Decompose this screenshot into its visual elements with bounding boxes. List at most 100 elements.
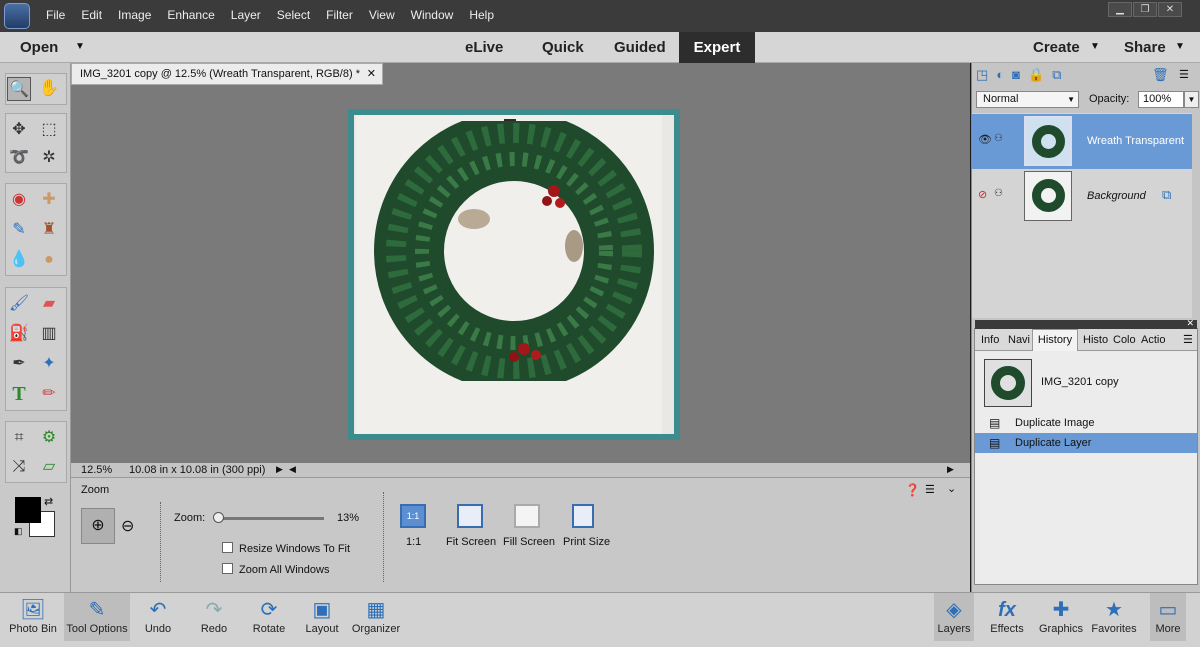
paint-bucket-icon[interactable]: ⛽ xyxy=(7,322,31,346)
history-step[interactable]: ▤ Duplicate Image xyxy=(975,413,1197,433)
adjustment-layer-icon[interactable]: ◐ xyxy=(996,67,1004,83)
photo-bin-button[interactable]: 🖼 Photo Bin xyxy=(6,593,60,641)
favorites-button[interactable]: ★ Favorites xyxy=(1090,593,1138,641)
custom-shape-icon[interactable]: ✦ xyxy=(37,352,61,376)
zoom-status[interactable]: 12.5% xyxy=(81,464,112,476)
move-tool-icon[interactable]: ✥ xyxy=(7,118,31,142)
history-step-selected[interactable]: ▤ Duplicate Layer xyxy=(975,433,1197,453)
scroll-left-icon[interactable]: ◀ xyxy=(289,464,296,475)
eyedropper-icon[interactable]: ✒ xyxy=(7,352,31,376)
lasso-tool-icon[interactable]: ➰ xyxy=(7,146,31,170)
crop-tool-icon[interactable]: ⌗ xyxy=(7,426,31,450)
more-button[interactable]: ▭ More xyxy=(1150,593,1186,641)
canvas-image[interactable] xyxy=(348,109,680,440)
pencil-tool-icon[interactable]: ✏ xyxy=(37,382,61,406)
layer-link-icon[interactable]: ⚇ xyxy=(994,133,1003,144)
red-eye-tool-icon[interactable]: ◉ xyxy=(7,188,31,212)
spot-healing-icon[interactable]: ✚ xyxy=(37,188,61,212)
graphics-button[interactable]: ✚ Graphics xyxy=(1038,593,1084,641)
menu-image[interactable]: Image xyxy=(118,8,151,22)
zoom-out-mode-icon[interactable]: ⊖ xyxy=(121,516,134,536)
menu-filter[interactable]: Filter xyxy=(326,8,353,22)
clone-stamp-icon[interactable]: ♜ xyxy=(37,218,61,242)
print-size-icon[interactable] xyxy=(572,504,594,528)
open-dropdown-icon[interactable]: ▼ xyxy=(75,41,85,52)
blend-mode-select[interactable]: Normal ▼ xyxy=(976,91,1079,108)
layer-name[interactable]: Background xyxy=(1087,190,1146,202)
tab-actions[interactable]: Actio xyxy=(1141,334,1165,346)
menu-help[interactable]: Help xyxy=(469,8,494,22)
layer-lock-icon[interactable]: ⧉ xyxy=(1162,187,1171,203)
delete-layer-icon[interactable]: 🗑 xyxy=(1152,67,1169,83)
zoom-in-mode-icon[interactable]: ⊕ xyxy=(81,508,115,544)
lock-layer-icon[interactable]: 🔒 xyxy=(1028,67,1044,83)
fill-screen-button[interactable]: Fill Screen xyxy=(503,536,555,548)
type-tool-icon[interactable]: T xyxy=(7,382,31,406)
tab-elive[interactable]: eLive xyxy=(465,39,503,56)
tab-expert[interactable]: Expert xyxy=(679,32,755,63)
visibility-eye-icon[interactable]: 👁 xyxy=(978,133,992,146)
smart-brush-icon[interactable]: ✎ xyxy=(7,218,31,242)
layer-mask-icon[interactable]: ◙ xyxy=(1012,67,1020,83)
tab-color[interactable]: Colo xyxy=(1113,334,1136,346)
eraser-tool-icon[interactable]: ▰ xyxy=(37,292,61,316)
layout-button[interactable]: ▣ Layout xyxy=(301,593,343,641)
history-menu-icon[interactable]: ☰ xyxy=(1183,333,1193,346)
content-move-icon[interactable]: ⤨ xyxy=(7,455,31,479)
zoom-all-option[interactable]: Zoom All Windows xyxy=(222,563,329,576)
redo-button[interactable]: ↷ Redo xyxy=(194,593,234,641)
fill-screen-icon[interactable] xyxy=(514,504,540,528)
share-button[interactable]: Share xyxy=(1124,39,1166,56)
one-to-one-button[interactable]: 1:1 xyxy=(406,536,421,548)
layers-menu-icon[interactable]: ☰ xyxy=(1179,68,1189,81)
effects-button[interactable]: fx Effects xyxy=(986,593,1028,641)
tab-quick[interactable]: Quick xyxy=(542,39,584,56)
collapse-options-icon[interactable]: ⌄ xyxy=(947,482,956,495)
tool-options-button[interactable]: ✎ Tool Options xyxy=(64,593,130,641)
lock-all-icon[interactable]: ⧉ xyxy=(1052,67,1061,83)
menu-window[interactable]: Window xyxy=(411,8,454,22)
one-to-one-icon[interactable]: 1:1 xyxy=(400,504,426,528)
rotate-button[interactable]: ⟳ Rotate xyxy=(246,593,292,641)
fit-screen-icon[interactable] xyxy=(457,504,483,528)
scroll-right-icon[interactable]: ▶ xyxy=(947,464,954,475)
status-menu-icon[interactable]: ▶ xyxy=(276,464,283,475)
help-icon[interactable]: ❓ xyxy=(905,483,920,497)
tab-history[interactable]: History xyxy=(1032,329,1078,351)
opacity-dropdown-icon[interactable]: ▼ xyxy=(1184,91,1199,108)
zoom-all-checkbox[interactable] xyxy=(222,563,233,574)
marquee-tool-icon[interactable]: ⬚ xyxy=(37,118,61,142)
share-dropdown-icon[interactable]: ▼ xyxy=(1175,41,1185,52)
resize-windows-option[interactable]: Resize Windows To Fit xyxy=(222,542,350,555)
layer-row-wreath[interactable]: 👁 ⚇ Wreath Transparent xyxy=(972,114,1192,169)
menu-select[interactable]: Select xyxy=(277,8,310,22)
tab-histogram[interactable]: Histo xyxy=(1083,334,1108,346)
create-button[interactable]: Create xyxy=(1033,39,1080,56)
hidden-eye-icon[interactable]: ⊘ xyxy=(978,188,987,201)
layer-row-background[interactable]: ⊘ ⚇ Background ⧉ xyxy=(972,170,1192,225)
menu-layer[interactable]: Layer xyxy=(231,8,261,22)
brush-tool-icon[interactable]: 🖌 xyxy=(7,292,31,316)
options-menu-icon[interactable]: ☰ xyxy=(925,483,935,496)
document-tab[interactable]: IMG_3201 copy @ 12.5% (Wreath Transparen… xyxy=(71,63,383,85)
layer-link-icon[interactable]: ⚇ xyxy=(994,188,1003,199)
fit-screen-button[interactable]: Fit Screen xyxy=(446,536,496,548)
organizer-button[interactable]: ▦ Organizer xyxy=(350,593,402,641)
menu-view[interactable]: View xyxy=(369,8,395,22)
sponge-tool-icon[interactable]: ● xyxy=(37,248,61,272)
zoom-slider-thumb[interactable] xyxy=(213,512,225,523)
close-window-button[interactable]: ✕ xyxy=(1158,2,1182,17)
layers-button[interactable]: ◈ Layers xyxy=(934,593,974,641)
new-layer-icon[interactable]: ◳ xyxy=(976,67,988,83)
menu-enhance[interactable]: Enhance xyxy=(167,8,214,22)
zoom-tool-icon[interactable]: 🔍 xyxy=(7,77,31,101)
close-panel-icon[interactable]: ✕ xyxy=(1186,318,1194,329)
layer-name[interactable]: Wreath Transparent xyxy=(1087,135,1184,147)
tab-info[interactable]: Info xyxy=(981,334,999,346)
tab-navigator[interactable]: Navi xyxy=(1008,334,1030,346)
print-size-button[interactable]: Print Size xyxy=(563,536,610,548)
menu-file[interactable]: File xyxy=(46,8,65,22)
recompose-tool-icon[interactable]: ⚙ xyxy=(37,426,61,450)
snapshot-name[interactable]: IMG_3201 copy xyxy=(1041,376,1119,388)
tab-guided[interactable]: Guided xyxy=(614,39,666,56)
